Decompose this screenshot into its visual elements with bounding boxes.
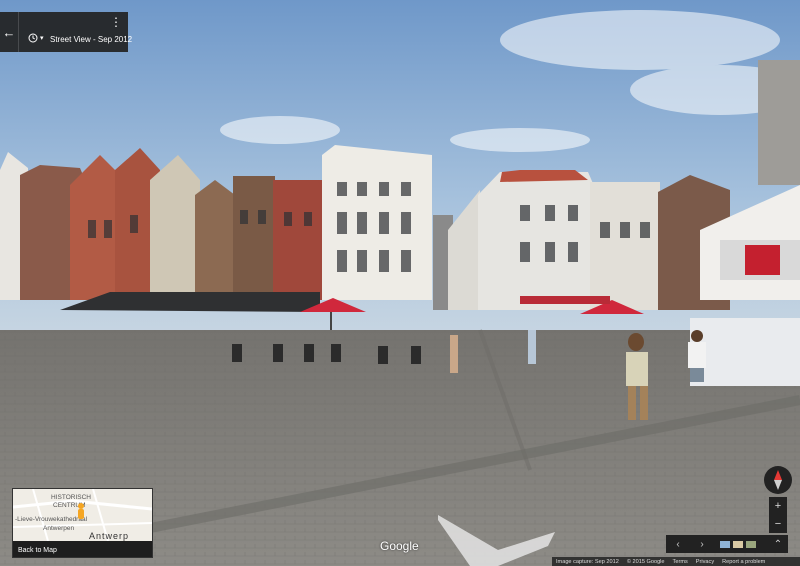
compass-icon (774, 470, 782, 490)
next-photo-button[interactable]: › (690, 539, 714, 550)
photo-thumbnail[interactable] (746, 540, 756, 548)
time-travel-button[interactable]: ▾ (28, 33, 44, 43)
report-problem-link[interactable]: Report a problem (722, 559, 765, 565)
previous-photo-button[interactable]: ‹ (666, 539, 690, 550)
more-options-icon[interactable]: ⋮ (110, 16, 122, 28)
clock-icon (28, 33, 38, 43)
pegman-icon (78, 503, 84, 519)
attribution-bar: Image capture: Sep 2012 © 2015 Google Te… (552, 557, 800, 566)
copyright-text: © 2015 Google (626, 558, 665, 565)
back-button[interactable]: ← (0, 12, 19, 52)
privacy-link[interactable]: Privacy (696, 559, 714, 565)
map-label: Antwerpen (43, 525, 74, 532)
map-city-label: Antwerp (89, 531, 129, 541)
terms-link[interactable]: Terms (673, 559, 688, 565)
zoom-in-button[interactable]: + (769, 497, 787, 515)
back-to-map-button[interactable]: Back to Map (18, 547, 57, 554)
street-view-panorama[interactable] (0, 0, 800, 566)
image-capture-date: Image capture: Sep 2012 (556, 558, 619, 565)
chevron-down-icon: ▾ (40, 35, 44, 42)
compass-button[interactable] (764, 466, 792, 494)
street-view-date-title: Street View - Sep 2012 (50, 35, 133, 44)
zoom-control: + − (769, 497, 787, 533)
street-view-header: ← ▾ Street View - Sep 2012 ⋮ (0, 12, 132, 52)
map-label: HISTORISCH (51, 494, 91, 501)
zoom-out-button[interactable]: − (769, 515, 787, 533)
map-label: -Lieve-Vrouwekathedraal (15, 516, 88, 523)
photo-strip: ‹ › ⌃ (666, 535, 788, 553)
minimap[interactable]: HISTORISCH CENTRUM -Lieve-Vrouwekathedra… (12, 488, 153, 558)
photo-thumbnail[interactable] (733, 540, 743, 548)
construction-fence (690, 318, 800, 386)
photo-thumbnails (714, 540, 768, 548)
minimap-map[interactable]: HISTORISCH CENTRUM -Lieve-Vrouwekathedra… (13, 489, 152, 541)
photo-thumbnail[interactable] (720, 540, 730, 548)
expand-photos-icon[interactable]: ⌃ (768, 539, 788, 550)
arrow-left-icon: ← (2, 24, 16, 40)
street-view-info-panel: ▾ Street View - Sep 2012 ⋮ (19, 12, 132, 52)
google-logo: Google (380, 539, 419, 553)
